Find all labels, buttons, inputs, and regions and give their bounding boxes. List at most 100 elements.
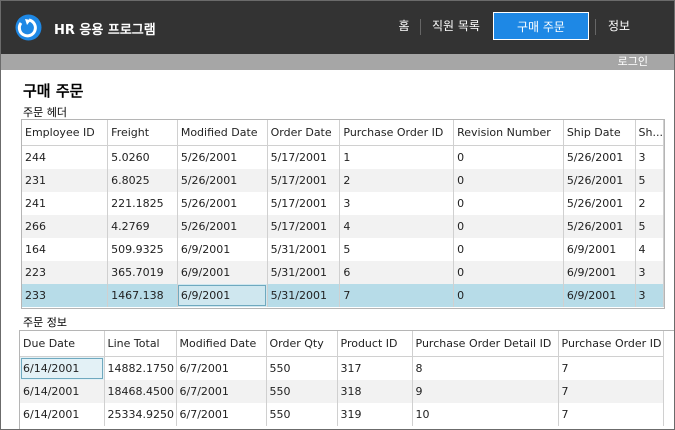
column-header[interactable]: Modified Date [177,120,268,146]
column-header[interactable]: Freight [107,120,178,146]
table-cell[interactable]: 6/14/2001 [20,356,105,380]
table-cell[interactable]: 5/26/2001 [563,145,636,169]
nav-home[interactable]: 홈 [393,12,415,40]
column-header[interactable]: Product ID [337,331,413,357]
table-cell[interactable]: 3 [339,192,455,215]
table-cell[interactable]: 14882.1750 [104,356,177,380]
table-cell[interactable]: 0 [453,169,564,192]
table-cell[interactable]: 25334.9250 [104,403,177,426]
table-cell[interactable]: 5/26/2001 [563,215,636,238]
table-cell[interactable]: 5/26/2001 [177,145,268,169]
table-cell[interactable]: 5 [635,169,664,192]
table-row[interactable]: 223 365.7019 6/9/2001 5/31/2001 6 0 6/9/2001 3 [22,261,664,284]
column-header[interactable]: Purchase Order ID [339,120,455,146]
table-cell[interactable]: 6/7/2001 [176,403,267,426]
table-cell[interactable]: 18468.4500 [104,380,177,403]
column-header[interactable]: Employee ID [22,120,109,146]
nav-about[interactable]: 정보 [603,12,635,40]
table-cell[interactable]: 0 [453,145,564,169]
table-cell[interactable]: 550 [266,403,338,426]
table-cell[interactable]: 0 [453,192,564,215]
table-cell[interactable]: 0 [453,284,564,307]
table-cell[interactable]: 5/17/2001 [267,215,341,238]
table-cell[interactable]: 5/26/2001 [177,192,268,215]
table-cell[interactable]: 5/17/2001 [267,169,341,192]
table-row[interactable]: 233 1467.138 6/9/2001 5/31/2001 7 0 6/9/2001 3 [22,284,664,307]
table-cell[interactable]: 2 [339,169,455,192]
table-row[interactable]: 6/14/2001 25334.9250 6/7/2001 550 319 10 7 [20,403,664,426]
table-cell[interactable]: 5/26/2001 [563,169,636,192]
column-header[interactable]: Sh... [635,120,664,146]
column-header[interactable]: Order Date [267,120,341,146]
table-cell[interactable]: 5/31/2001 [267,238,341,261]
table-cell[interactable]: 266 [22,215,109,238]
table-cell[interactable]: 317 [337,356,413,380]
table-cell[interactable]: 223 [22,261,109,284]
table-cell[interactable]: 3 [635,261,664,284]
table-cell[interactable]: 319 [337,403,413,426]
table-cell[interactable]: 0 [453,238,564,261]
table-cell[interactable]: 3 [635,145,664,169]
table-cell[interactable]: 7 [558,380,664,403]
orders-grid[interactable]: Employee ID Freight Modified Date Order Dat… [21,119,665,309]
table-cell[interactable]: 6/7/2001 [176,356,267,380]
table-cell[interactable]: 5.0260 [107,145,178,169]
table-cell[interactable]: 6/9/2001 [563,284,636,307]
table-cell[interactable]: 1 [339,145,455,169]
column-header[interactable]: Modified Date [176,331,267,357]
table-cell[interactable]: 6/9/2001 [563,238,636,261]
table-row[interactable]: 244 5.0260 5/26/2001 5/17/2001 1 0 5/26/2001 3 [22,145,664,169]
table-cell[interactable]: 244 [22,145,109,169]
table-row[interactable]: 6/14/2001 18468.4500 6/7/2001 550 318 9 7 [20,380,664,403]
table-row[interactable]: 6/14/2001 14882.1750 6/7/2001 550 317 8 7 [20,356,664,380]
column-header[interactable]: Line Total [104,331,177,357]
table-cell[interactable]: 241 [22,192,109,215]
nav-employee-list[interactable]: 직원 목록 [428,12,484,40]
table-cell[interactable]: 4 [339,215,455,238]
table-cell[interactable]: 6/14/2001 [20,380,105,403]
table-row[interactable]: 266 4.2769 5/26/2001 5/17/2001 4 0 5/26/2001 5 [22,215,664,238]
table-cell[interactable]: 7 [558,356,664,380]
table-cell[interactable]: 0 [453,261,564,284]
column-header[interactable]: Purchase Order ID [558,331,664,357]
table-cell[interactable]: 0 [453,215,564,238]
table-cell[interactable]: 550 [266,380,338,403]
table-cell[interactable]: 7 [339,284,455,307]
login-link[interactable]: 로그인 [618,54,648,70]
details-grid[interactable]: Due Date Line Total Modified Date Order Qty… [19,330,674,429]
table-cell[interactable]: 509.9325 [107,238,178,261]
table-cell[interactable]: 365.7019 [107,261,178,284]
column-header[interactable]: Order Qty [266,331,338,357]
table-cell[interactable]: 6/9/2001 [177,261,268,284]
table-cell[interactable]: 1467.138 [107,284,178,307]
table-cell[interactable]: 231 [22,169,109,192]
column-header[interactable]: Purchase Order Detail ID [412,331,559,357]
table-cell[interactable]: 6/9/2001 [177,284,268,307]
table-cell[interactable]: 10 [412,403,559,426]
table-row[interactable]: 164 509.9325 6/9/2001 5/31/2001 5 0 6/9/2001 4 [22,238,664,261]
table-cell[interactable]: 550 [266,356,338,380]
table-cell[interactable]: 4.2769 [107,215,178,238]
table-cell[interactable]: 164 [22,238,109,261]
table-cell[interactable]: 6/9/2001 [563,261,636,284]
table-cell[interactable]: 233 [22,284,109,307]
table-cell[interactable]: 6/14/2001 [20,403,105,426]
table-cell[interactable]: 7 [558,403,664,426]
table-cell[interactable]: 6/9/2001 [177,238,268,261]
table-cell[interactable]: 8 [412,356,559,380]
table-cell[interactable]: 9 [412,380,559,403]
table-cell[interactable]: 5/17/2001 [267,192,341,215]
table-cell[interactable]: 6 [339,261,455,284]
table-cell[interactable]: 5/26/2001 [177,169,268,192]
table-row[interactable]: 231 6.8025 5/26/2001 5/17/2001 2 0 5/26/2001 5 [22,169,664,192]
table-cell[interactable]: 3 [635,284,664,307]
table-cell[interactable]: 5/26/2001 [563,192,636,215]
table-cell[interactable]: 2 [635,192,664,215]
table-row[interactable]: 241 221.1825 5/26/2001 5/17/2001 3 0 5/26/2001… [22,192,664,215]
table-cell[interactable]: 5/26/2001 [177,215,268,238]
table-cell[interactable]: 6/7/2001 [176,380,267,403]
table-cell[interactable]: 6.8025 [107,169,178,192]
column-header[interactable]: Due Date [20,331,105,357]
table-cell[interactable]: 221.1825 [107,192,178,215]
table-cell[interactable]: 5 [635,215,664,238]
